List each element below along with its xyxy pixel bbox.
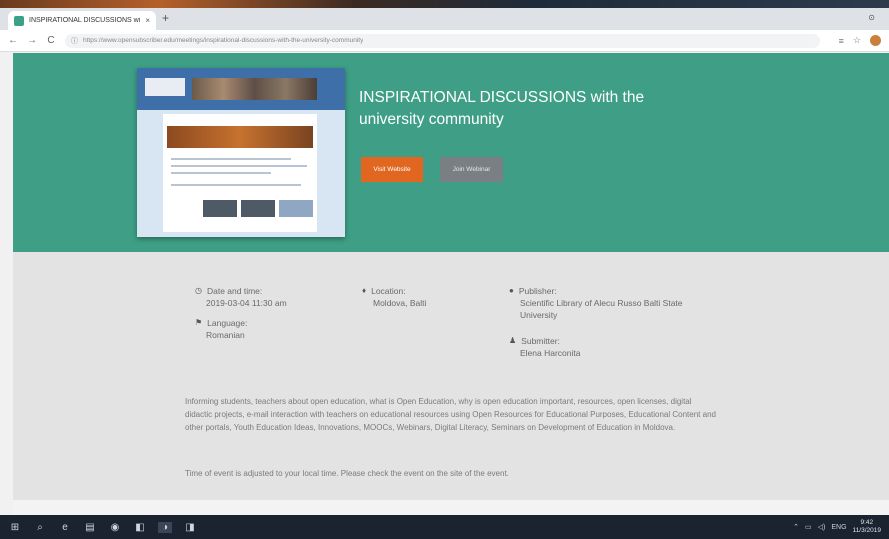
screenshot-thumb-image — [203, 200, 237, 217]
search-icon[interactable]: ⌕ — [33, 522, 47, 533]
language-value: Romanian — [206, 330, 245, 340]
clock-time: 9:42 — [860, 519, 874, 526]
publisher-field: ● Publisher: Scientific Library of Alecu … — [509, 285, 709, 321]
browser-tab[interactable]: INSPIRATIONAL DISCUSSIONS with × — [8, 11, 156, 30]
system-tray: ⌃ ▭ ◁) ENG 9:42 11/3/2019 — [793, 519, 881, 535]
chrome-browser-icon[interactable]: ◑ — [158, 521, 172, 533]
submitter-value: Elena Harconita — [520, 348, 581, 358]
bookmark-star-icon[interactable]: ☆ — [853, 35, 861, 46]
location-label: Location: — [371, 286, 406, 296]
date-time-label: Date and time: — [206, 286, 263, 296]
favicon-icon — [14, 15, 24, 26]
join-webinar-button[interactable]: Join Webinar — [440, 157, 503, 182]
event-details: ◷ Date and time: 2019-03-04 11:30 am ⚑ Lan… — [13, 252, 889, 500]
app-icon[interactable]: ◧ — [133, 522, 147, 533]
date-time-field: ◷ Date and time: 2019-03-04 11:30 am — [195, 285, 287, 309]
clock-date: 11/3/2019 — [852, 527, 881, 534]
start-button[interactable]: ⊞ — [8, 522, 22, 533]
back-button[interactable]: ← — [8, 35, 18, 46]
publisher-value: Scientific Library of Alecu Russo Balti … — [520, 298, 683, 320]
input-language[interactable]: ENG — [831, 524, 846, 531]
map-pin-icon: ♦ — [362, 286, 367, 295]
location-value: Moldova, Balti — [373, 298, 427, 308]
language-label: Language: — [207, 318, 248, 328]
file-explorer-icon[interactable]: ▤ — [83, 522, 97, 533]
screenshot-logo — [145, 78, 185, 96]
info-icon: ● — [509, 286, 514, 295]
submitter-label: Submitter: — [521, 336, 560, 346]
window-control-icon[interactable]: ⊙ — [868, 13, 875, 22]
screenshot-banner — [167, 126, 313, 148]
app-icon[interactable]: ◉ — [108, 522, 122, 533]
timezone-note: Time of event is adjusted to your local … — [185, 469, 509, 478]
volume-icon[interactable]: ◁) — [818, 523, 826, 531]
address-bar[interactable]: ⓘ https://www.opensubscriber.edu/meeting… — [65, 33, 820, 48]
tab-title: INSPIRATIONAL DISCUSSIONS with — [29, 17, 141, 24]
extensions-icon[interactable]: ≡ — [839, 36, 844, 46]
screenshot-text-line — [171, 158, 291, 160]
forward-button[interactable]: → — [27, 35, 37, 46]
publisher-label: Publisher: — [518, 286, 557, 296]
new-tab-button[interactable]: + — [162, 11, 169, 25]
screenshot-text-line — [171, 184, 301, 186]
browser-window: INSPIRATIONAL DISCUSSIONS with × + ⊙ ← →… — [0, 8, 889, 515]
tab-strip: INSPIRATIONAL DISCUSSIONS with × + ⊙ — [0, 8, 889, 30]
screenshot-thumb-image — [241, 200, 275, 217]
app-icon[interactable]: ◨ — [183, 522, 197, 533]
url-text[interactable]: https://www.opensubscriber.edu/meetings/… — [83, 37, 363, 44]
event-hero: INSPIRATIONAL DISCUSSIONS with the unive… — [13, 53, 889, 252]
screenshot-thumb-image — [279, 200, 313, 217]
tray-expand-icon[interactable]: ⌃ — [793, 523, 799, 531]
clock-icon: ◷ — [195, 286, 202, 295]
user-icon: ♟ — [509, 336, 517, 345]
website-screenshot-image — [137, 68, 345, 237]
screenshot-text-line — [171, 165, 307, 167]
windows-taskbar: ⊞ ⌕ e ▤ ◉ ◧ ◑ ◨ ⌃ ▭ ◁) ENG 9:42 11/3/201… — [0, 515, 889, 539]
page-footer-area — [13, 500, 889, 515]
screenshot-photo-strip — [192, 78, 317, 100]
event-title: INSPIRATIONAL DISCUSSIONS with the unive… — [359, 89, 645, 128]
event-description: Informing students, teachers about open … — [185, 397, 716, 432]
submitter-field: ♟ Submitter: Elena Harconita — [509, 335, 580, 359]
date-time-value: 2019-03-04 11:30 am — [206, 298, 287, 308]
language-field: ⚑ Language: Romanian — [195, 317, 247, 341]
flag-icon: ⚑ — [195, 318, 203, 327]
screenshot-text-line — [171, 172, 271, 174]
site-info-icon[interactable]: ⓘ — [71, 36, 78, 46]
system-clock[interactable]: 9:42 11/3/2019 — [853, 519, 881, 535]
reload-button[interactable]: C — [46, 35, 56, 46]
browser-toolbar: ← → C ⓘ https://www.opensubscriber.edu/m… — [0, 30, 889, 52]
visit-website-button[interactable]: Visit Website — [361, 157, 423, 182]
close-tab-icon[interactable]: × — [145, 16, 150, 25]
location-field: ♦ Location: Moldova, Balti — [362, 285, 426, 309]
edge-browser-icon[interactable]: e — [58, 522, 72, 533]
network-icon[interactable]: ▭ — [805, 523, 812, 531]
profile-avatar[interactable] — [870, 35, 881, 46]
